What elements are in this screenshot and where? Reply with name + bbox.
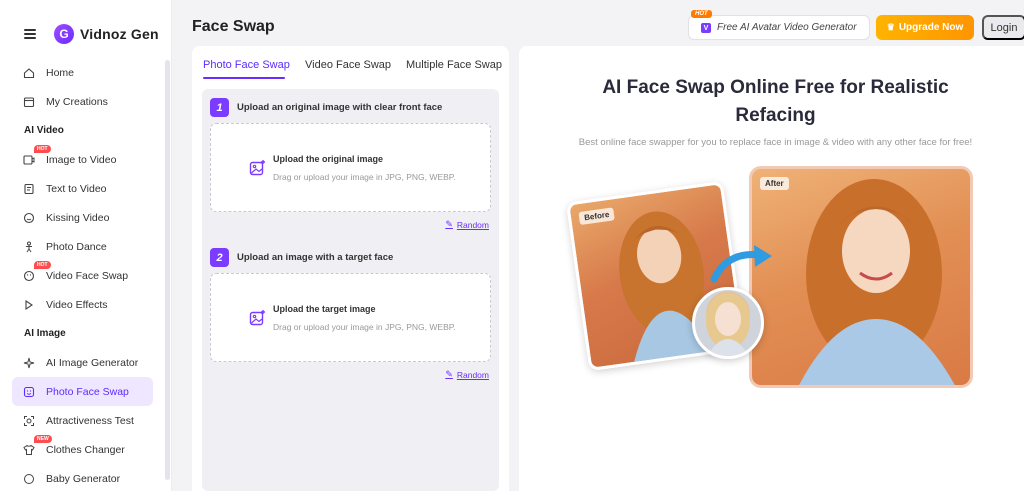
- sidebar-item-label: Photo Face Swap: [46, 385, 129, 398]
- section-title-ai-video: AI Video: [24, 125, 64, 136]
- swap-arrow-icon: [710, 245, 772, 283]
- random-original-link[interactable]: ✎ Random: [445, 219, 489, 230]
- add-image-icon: [249, 309, 267, 327]
- random-label: Random: [456, 219, 489, 230]
- step-label: Upload an image with a target face: [237, 252, 394, 263]
- text-video-icon: [22, 182, 35, 195]
- sidebar: G Vidnoz Gen Home My Creations AI Video …: [0, 0, 172, 491]
- active-tab-indicator: [203, 77, 285, 79]
- effects-icon: [22, 298, 35, 311]
- tab-video-face-swap[interactable]: Video Face Swap: [305, 59, 391, 71]
- upgrade-button[interactable]: ♛ Upgrade Now: [876, 15, 974, 40]
- step-1-header: 1 Upload an original image with clear fr…: [210, 98, 442, 117]
- image-video-icon: [22, 153, 35, 166]
- home-icon: [22, 66, 35, 79]
- sidebar-item-image-to-video[interactable]: HOT Image to Video: [12, 145, 153, 174]
- sidebar-scrollbar[interactable]: [165, 60, 170, 480]
- sidebar-item-label: Photo Dance: [46, 240, 107, 253]
- sidebar-item-clothes-changer[interactable]: NEW Clothes Changer: [12, 435, 153, 464]
- sidebar-item-label: Kissing Video: [46, 211, 110, 224]
- sidebar-item-label: Text to Video: [46, 182, 107, 195]
- step-number: 2: [210, 248, 229, 267]
- tab-bar: Photo Face Swap Video Face Swap Multiple…: [192, 46, 509, 86]
- login-button[interactable]: Login: [982, 15, 1024, 40]
- ai-avatar-promo-button[interactable]: HOT V Free AI Avatar Video Generator: [688, 10, 870, 40]
- crown-icon: ♛: [886, 22, 895, 32]
- dance-icon: [22, 240, 35, 253]
- magic-wand-icon: ✎: [445, 369, 453, 379]
- sidebar-item-text-to-video[interactable]: Text to Video: [12, 174, 153, 203]
- scan-icon: [22, 414, 35, 427]
- shirt-icon: [22, 443, 35, 456]
- brand: G Vidnoz Gen: [24, 24, 159, 44]
- sidebar-item-ai-image-generator[interactable]: AI Image Generator: [12, 348, 153, 377]
- sidebar-item-label: Image to Video: [46, 153, 117, 166]
- upgrade-label: Upgrade Now: [898, 22, 964, 33]
- folder-icon: [22, 95, 35, 108]
- kiss-icon: [22, 211, 35, 224]
- promo-label: Free AI Avatar Video Generator: [717, 22, 857, 33]
- add-image-icon: [249, 159, 267, 177]
- section-title-ai-image: AI Image: [24, 328, 66, 339]
- baby-icon: [22, 472, 35, 485]
- tab-multiple-face-swap[interactable]: Multiple Face Swap: [406, 59, 502, 71]
- step-number: 1: [210, 98, 229, 117]
- target-face-image: [692, 287, 764, 359]
- sidebar-item-label: AI Image Generator: [46, 356, 139, 369]
- step-2-header: 2 Upload an image with a target face: [210, 248, 393, 267]
- tab-photo-face-swap[interactable]: Photo Face Swap: [203, 59, 290, 71]
- hero-subtitle: Best online face swapper for you to repl…: [578, 137, 973, 148]
- hero-title-line-2: Refacing: [735, 105, 816, 126]
- sidebar-item-photo-face-swap[interactable]: Photo Face Swap: [12, 377, 153, 406]
- sidebar-item-kissing-video[interactable]: Kissing Video: [12, 203, 153, 232]
- hamburger-menu-icon[interactable]: [24, 29, 36, 39]
- after-image: After: [749, 166, 973, 388]
- sidebar-item-baby-generator[interactable]: Baby Generator: [12, 464, 153, 491]
- upload-form: 1 Upload an original image with clear fr…: [202, 89, 499, 491]
- sidebar-item-video-effects[interactable]: Video Effects: [12, 290, 153, 319]
- sparkle-icon: [22, 356, 35, 369]
- hot-badge: HOT: [34, 261, 51, 269]
- vidnoz-v-icon: V: [701, 23, 711, 33]
- upload-original-dropzone[interactable]: Upload the original image Drag or upload…: [210, 123, 491, 212]
- face-swap-panel: Photo Face Swap Video Face Swap Multiple…: [192, 46, 509, 491]
- sidebar-item-label: My Creations: [46, 95, 108, 108]
- sidebar-item-attractiveness-test[interactable]: Attractiveness Test: [12, 406, 153, 435]
- upload-hint: Drag or upload your image in JPG, PNG, W…: [273, 172, 456, 182]
- sidebar-item-label: Attractiveness Test: [46, 414, 134, 427]
- face-icon: [22, 385, 35, 398]
- hot-badge: HOT: [34, 145, 51, 153]
- face-swap-icon: [22, 269, 35, 282]
- sidebar-item-photo-dance[interactable]: Photo Dance: [12, 232, 153, 261]
- hero-title-line-1: AI Face Swap Online Free for Realistic: [602, 77, 949, 98]
- upload-target-dropzone[interactable]: Upload the target image Drag or upload y…: [210, 273, 491, 362]
- sidebar-item-label: Home: [46, 66, 75, 79]
- after-label: After: [760, 177, 789, 190]
- sidebar-item-home[interactable]: Home: [12, 58, 153, 87]
- sidebar-item-label: Clothes Changer: [46, 443, 125, 456]
- random-label: Random: [456, 369, 489, 380]
- sidebar-item-label: Baby Generator: [46, 472, 121, 485]
- sidebar-item-label: Video Face Swap: [46, 269, 129, 282]
- page-title: Face Swap: [192, 18, 275, 35]
- step-label: Upload an original image with clear fron…: [237, 102, 443, 113]
- upload-hint: Drag or upload your image in JPG, PNG, W…: [273, 322, 456, 332]
- sidebar-nav: Home My Creations AI Video HOT Image to …: [0, 58, 165, 491]
- random-target-link[interactable]: ✎ Random: [445, 369, 489, 380]
- sidebar-item-video-face-swap[interactable]: HOT Video Face Swap: [12, 261, 153, 290]
- logo-icon[interactable]: G: [54, 24, 74, 44]
- upload-title: Upload the target image: [273, 304, 376, 314]
- hot-badge: HOT: [691, 10, 712, 18]
- sidebar-item-my-creations[interactable]: My Creations: [12, 87, 153, 116]
- new-badge: NEW: [34, 435, 52, 443]
- hero-title: AI Face Swap Online Free for Realistic R…: [519, 74, 1024, 130]
- brand-name[interactable]: Vidnoz Gen: [80, 26, 159, 42]
- magic-wand-icon: ✎: [445, 219, 453, 229]
- upload-title: Upload the original image: [273, 154, 384, 164]
- sidebar-item-label: Video Effects: [46, 298, 108, 311]
